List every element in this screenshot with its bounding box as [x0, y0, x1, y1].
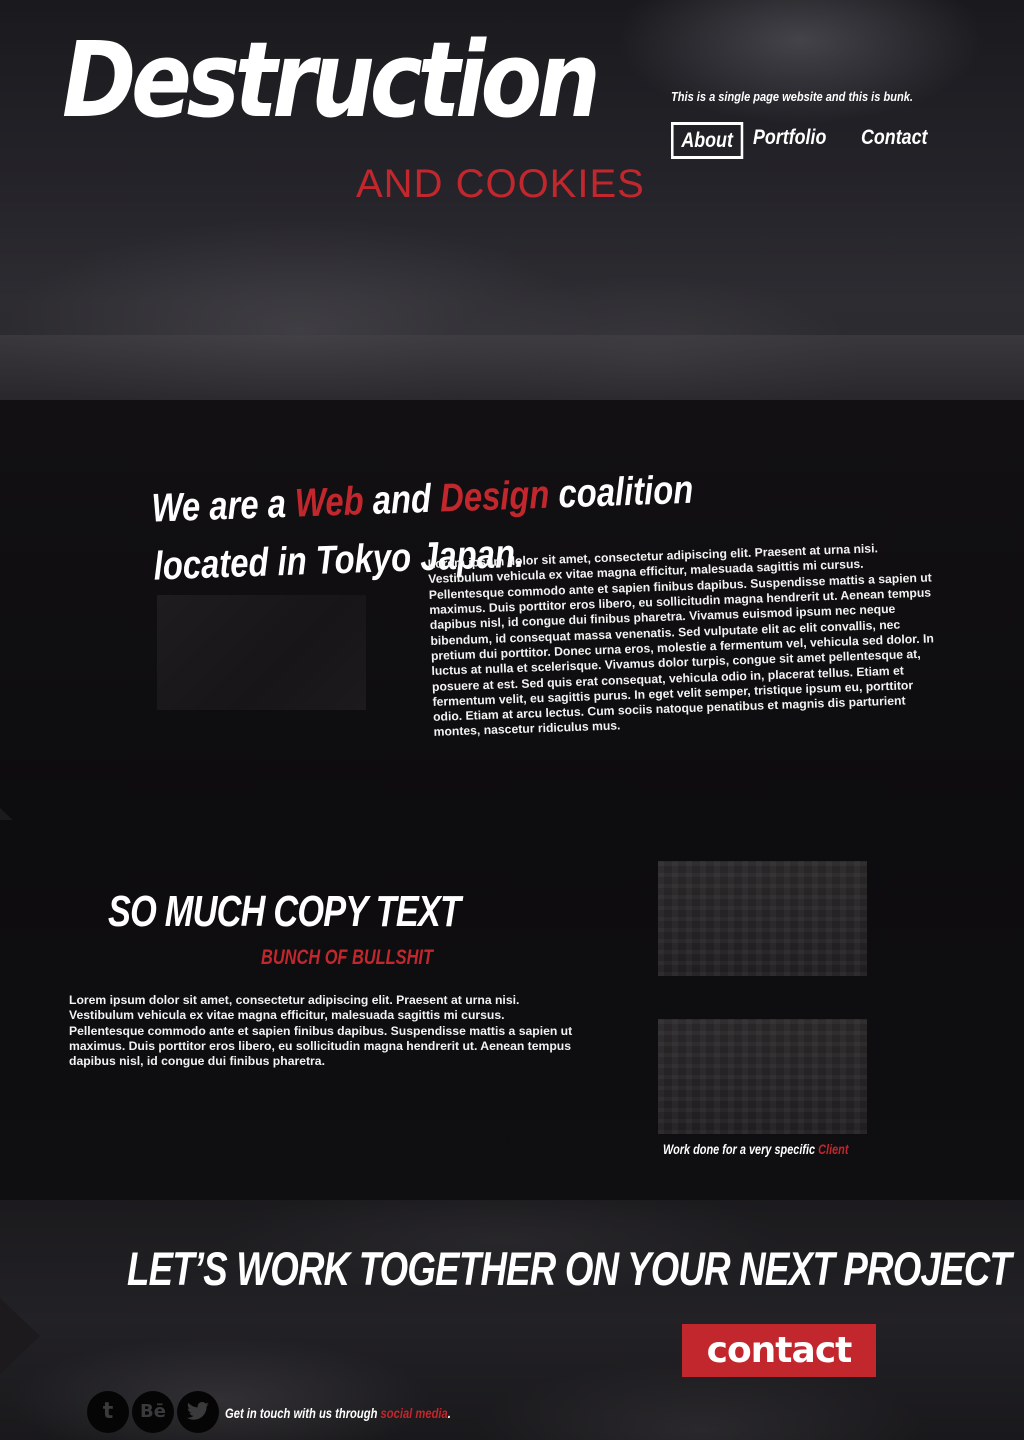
portfolio-thumbnail[interactable]	[658, 861, 867, 976]
nav-portfolio[interactable]: Portfolio	[753, 122, 826, 153]
social-text-suffix: .	[447, 1405, 451, 1421]
cta-title: LET’S WORK TOGETHER ON YOUR NEXT PROJECT	[127, 1242, 1012, 1295]
headline-text: We are a	[150, 481, 296, 531]
hero-band	[0, 335, 1024, 400]
tumblr-icon[interactable]: t	[87, 1391, 129, 1433]
headline-highlight-design: Design	[439, 472, 551, 521]
social-media-link[interactable]: social media	[381, 1405, 448, 1421]
nav-contact[interactable]: Contact	[861, 122, 927, 153]
copy-body: Lorem ipsum dolor sit amet, consectetur …	[69, 993, 573, 1069]
left-arrow-decor	[0, 1298, 40, 1374]
nav-about-label: About	[681, 129, 733, 152]
twitter-icon[interactable]	[177, 1391, 219, 1433]
about-body: Lorem ipsum dolor sit amet, consectetur …	[427, 541, 935, 740]
caption-text: Work done for a very specific	[663, 1141, 819, 1157]
work-caption: Work done for a very specific Client	[663, 1141, 848, 1157]
twitter-bird-glyph	[186, 1402, 209, 1420]
tagline: This is a single page website and this i…	[671, 89, 913, 104]
social-text: Get in touch with us through social medi…	[225, 1405, 451, 1421]
caption-client-link[interactable]: Client	[818, 1141, 848, 1157]
social-text-prefix: Get in touch with us through	[225, 1405, 381, 1421]
about-content: We are a Web and Design coalition locate…	[140, 434, 950, 762]
logo-subtitle: AND COOKIES	[356, 162, 645, 206]
logo-title[interactable]: Destruction	[62, 28, 601, 132]
copy-title: SO MUCH COPY TEXT	[108, 887, 461, 936]
contact-button[interactable]: contact	[682, 1324, 876, 1377]
headline-highlight-web: Web	[294, 479, 365, 526]
copy-subtitle: BUNCH OF BULLSHIT	[261, 946, 433, 969]
nav-about[interactable]: About	[671, 122, 744, 159]
portfolio-thumbnail[interactable]	[658, 1019, 867, 1134]
behance-icon[interactable]: Bē	[132, 1391, 174, 1433]
headline-text: and	[362, 476, 441, 524]
